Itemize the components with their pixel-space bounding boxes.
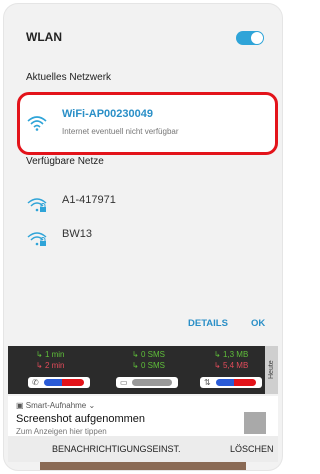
notification-text: Zum Anzeigen hier tippen [16,427,107,436]
bottom-strip [40,462,246,470]
calls-bar: ✆ [28,377,90,388]
calls-pill [44,379,84,386]
heute-label: Heute [265,346,278,394]
sms-in: ↳ 0 SMS [132,361,165,370]
calls-stat: ↳ 1 min ↳ 2 min [36,350,116,372]
screenshot-notification[interactable]: ▣ Smart-Aufnahme ⌄ Screenshot aufgenomme… [8,396,278,462]
notification-title: Screenshot aufgenommen [16,413,146,425]
current-network-item[interactable]: WiFi-AP00230049 Internet eventuell nicht… [26,108,266,142]
notification-app: ▣ Smart-Aufnahme ⌄ [16,401,96,410]
wifi-lock-icon [27,232,47,246]
usage-stats-widget[interactable]: ↳ 1 min ↳ 2 min ↳ 0 SMS ↳ 0 SMS ↳ 1,3 MB… [8,346,278,394]
network-item-a1[interactable]: A1-417971 [26,192,266,224]
wlan-toggle[interactable] [236,31,264,45]
calls-out: ↳ 1 min [36,350,65,359]
details-button[interactable]: DETAILS [188,318,228,329]
current-network-label: Aktuelles Netzwerk [26,72,112,83]
data-bar: ⇅ [200,377,262,388]
ok-button[interactable]: OK [251,318,265,329]
notification-actions: BENACHRICHTIGUNGSEINST. LÖSCHEN [8,436,278,462]
current-network-status: Internet eventuell nicht verfügbar [62,127,179,136]
available-networks-label: Verfügbare Netze [26,156,104,167]
screenshot-thumbnail [244,412,266,434]
phone-icon: ✆ [32,378,39,387]
network-name: BW13 [62,228,92,240]
toggle-knob [250,31,264,45]
notification-settings-button[interactable]: BENACHRICHTIGUNGSEINST. [52,444,181,454]
wifi-icon [27,116,47,131]
data-pill [216,379,256,386]
mobile-data-icon: ⇅ [204,378,211,387]
sms-bar: ▭ [116,377,178,388]
network-item-bw13[interactable]: BW13 [26,226,266,258]
sms-pill [132,379,172,386]
wlan-title: WLAN [26,30,62,44]
message-icon: ▭ [120,378,128,387]
calls-in: ↳ 2 min [36,361,65,370]
phone-screen: WLAN Aktuelles Netzwerk WiFi-AP00230049 … [4,4,282,470]
sms-out: ↳ 0 SMS [132,350,165,359]
delete-screenshot-button[interactable]: LÖSCHEN [230,444,274,454]
sms-stat: ↳ 0 SMS ↳ 0 SMS [132,350,212,372]
current-network-name: WiFi-AP00230049 [62,108,154,120]
network-name: A1-417971 [62,194,116,206]
wifi-lock-icon [27,198,47,212]
